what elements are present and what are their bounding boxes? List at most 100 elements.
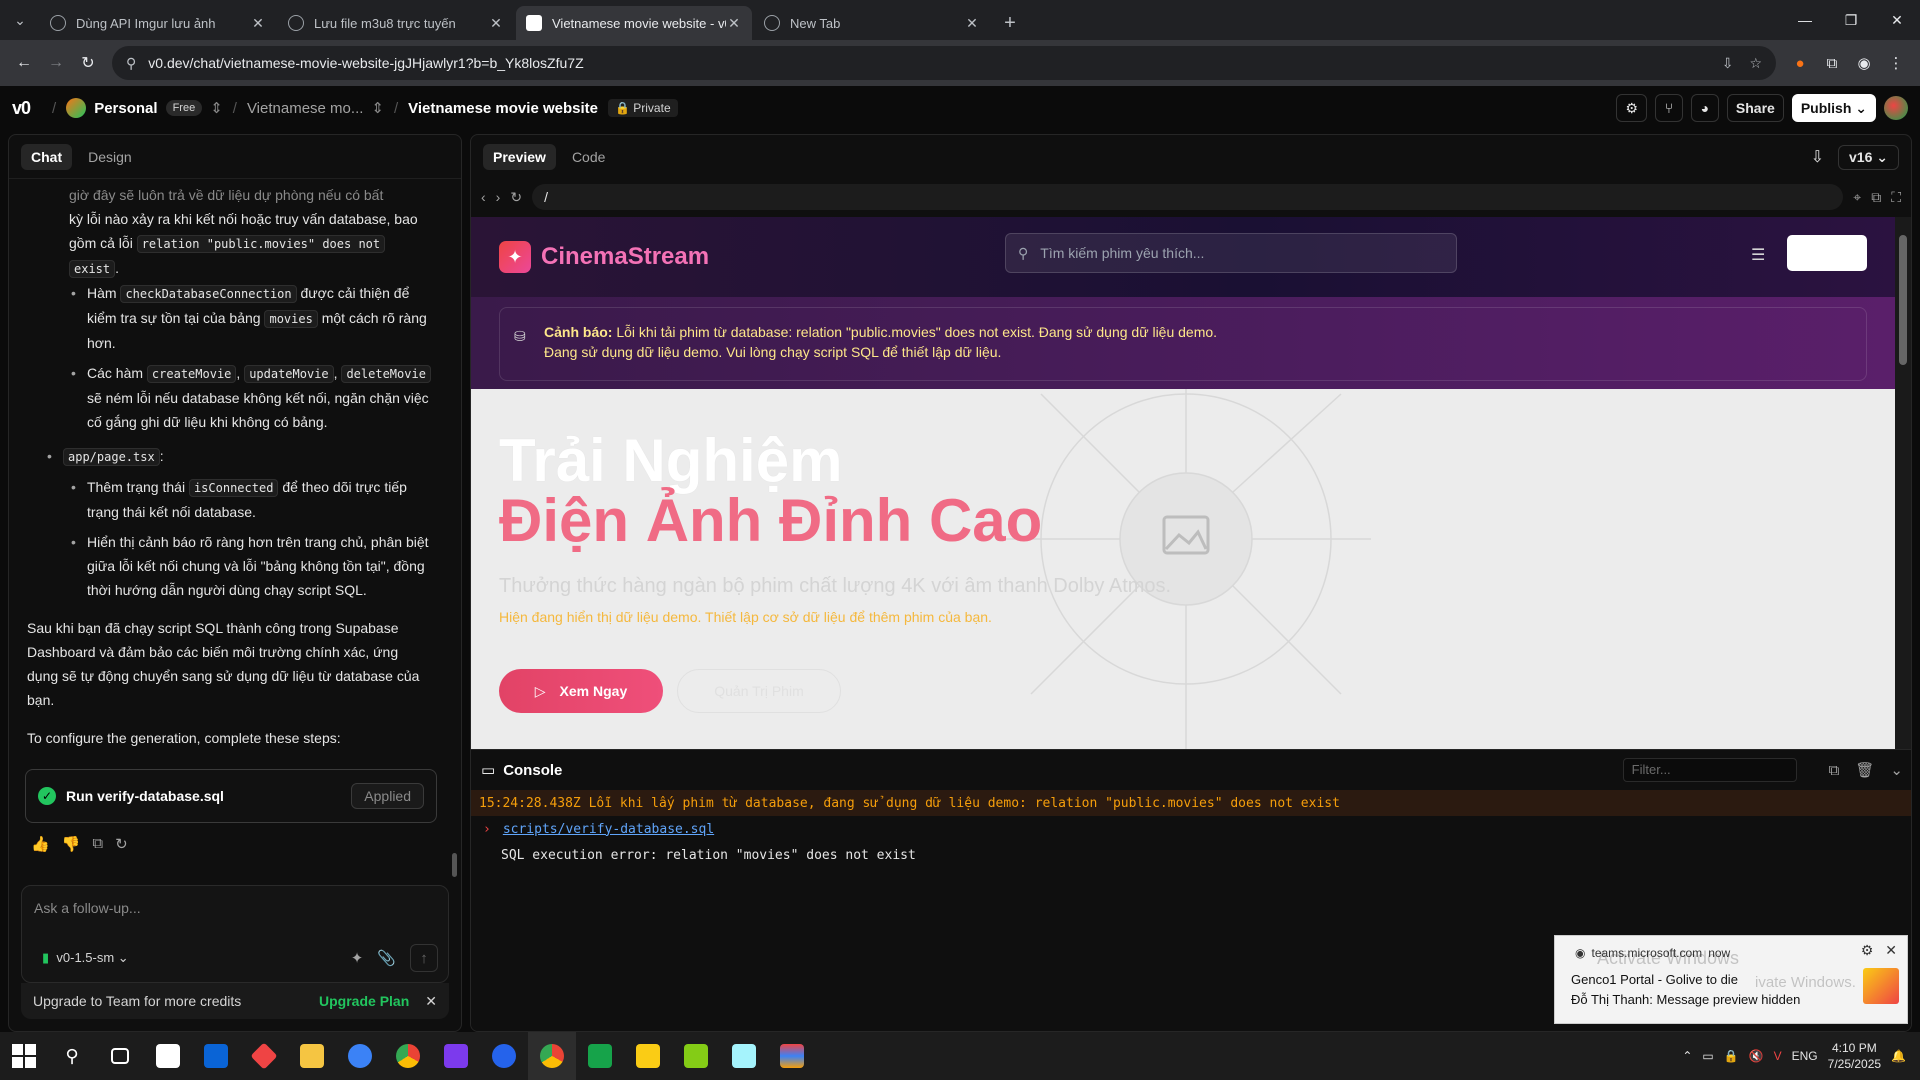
visual-studio-icon[interactable] [432, 1032, 480, 1080]
trash-icon[interactable]: 🗑 [1855, 761, 1874, 779]
task-view-icon[interactable] [96, 1032, 144, 1080]
windows-start-icon[interactable] [0, 1032, 48, 1080]
vpn-lock-icon[interactable] [624, 1032, 672, 1080]
send-button[interactable]: ↑ [410, 944, 438, 972]
fullscreen-icon[interactable]: ⛶ [1891, 189, 1901, 206]
tab-code[interactable]: Code [562, 144, 615, 170]
preview-back-icon[interactable]: ‹ [481, 189, 486, 205]
thumbs-down-icon[interactable]: 👎 [62, 835, 81, 853]
v0-logo[interactable]: v0 [12, 98, 31, 119]
preview-path-input[interactable]: / [532, 184, 1844, 210]
close-banner-icon[interactable]: ✕ [425, 993, 437, 1010]
notification-bell-icon[interactable]: 🔔 [1891, 1049, 1906, 1063]
workspace-name[interactable]: Personal [94, 100, 157, 117]
copy-icon[interactable]: ⧉ [1829, 762, 1840, 779]
upgrade-plan-link[interactable]: Upgrade Plan [319, 993, 409, 1009]
browser-tab[interactable]: Dùng API Imgur lưu ảnh ✕ [40, 6, 276, 40]
lock-icon[interactable]: 🔒 [1724, 1049, 1739, 1063]
collapse-icon[interactable]: ⌄ [1890, 761, 1903, 779]
close-window-icon[interactable]: ✕ [1874, 0, 1920, 40]
fork-icon[interactable]: ⑂ [1654, 94, 1683, 122]
attach-paperclip-icon[interactable]: 📎 [377, 949, 396, 967]
composer-input[interactable]: Ask a follow-up... [34, 900, 141, 916]
chat-composer[interactable]: Ask a follow-up... ▮ v0-1.5-sm ⌄ ✦ 📎 ↑ [21, 885, 449, 983]
install-app-icon[interactable]: ⇩ [1722, 55, 1734, 72]
tab-search-icon[interactable]: ⌄ [0, 0, 40, 40]
tab-preview[interactable]: Preview [483, 144, 556, 170]
forward-icon[interactable]: → [40, 47, 72, 79]
anydesk-icon[interactable] [240, 1032, 288, 1080]
clock[interactable]: 4:10 PM 7/25/2025 [1828, 1040, 1881, 1072]
file-explorer-icon[interactable] [288, 1032, 336, 1080]
outlook-icon[interactable] [192, 1032, 240, 1080]
close-tab-icon[interactable]: ✕ [726, 15, 742, 32]
chat-scrollbar[interactable] [451, 185, 457, 877]
notepad-icon[interactable] [672, 1032, 720, 1080]
project-name[interactable]: Vietnamese mo... [247, 100, 363, 117]
paper-icon[interactable] [720, 1032, 768, 1080]
github-icon[interactable]: ◕ [1690, 94, 1719, 122]
close-icon[interactable]: ✕ [1885, 942, 1897, 959]
notion-icon[interactable] [144, 1032, 192, 1080]
reload-icon[interactable]: ↻ [72, 47, 104, 79]
preview-scrollbar[interactable] [1895, 217, 1911, 749]
manage-movies-button[interactable]: Quản Trị Phim [677, 669, 841, 713]
snipping-tool-icon[interactable] [336, 1032, 384, 1080]
settings-gear-icon[interactable]: ⚙ [1861, 942, 1874, 959]
tab-chat[interactable]: Chat [21, 143, 73, 170]
browser-tab[interactable]: Lưu file m3u8 trực tuyến ✕ [278, 6, 514, 40]
url-bar[interactable]: ⚲ v0.dev/chat/vietnamese-movie-website-j… [112, 46, 1776, 80]
site-auth-button[interactable] [1787, 235, 1867, 271]
language-indicator[interactable]: ENG [1792, 1049, 1818, 1063]
profile-avatar[interactable]: ◉ [1848, 47, 1880, 79]
console-filter-input[interactable]: Filter... [1622, 758, 1797, 782]
thumbs-up-icon[interactable]: 👍 [31, 835, 50, 853]
list-menu-icon[interactable]: ☰ [1751, 245, 1765, 265]
close-tab-icon[interactable]: ✕ [964, 15, 980, 32]
site-search-input[interactable]: ⚲ Tìm kiếm phim yêu thích... [1005, 233, 1457, 273]
winrar-icon[interactable] [768, 1032, 816, 1080]
site-info-icon[interactable]: ⚲ [126, 55, 136, 72]
bookmark-star-icon[interactable]: ☆ [1749, 55, 1762, 72]
copy-icon[interactable]: ⧉ [92, 835, 103, 853]
minimize-icon[interactable]: — [1782, 0, 1828, 40]
select-element-icon[interactable]: ⌖ [1853, 189, 1861, 206]
volume-mute-icon[interactable]: 🔇 [1749, 1049, 1764, 1063]
extension-icon[interactable]: ● [1784, 47, 1816, 79]
preview-forward-icon[interactable]: › [496, 189, 501, 205]
chrome-icon[interactable] [384, 1032, 432, 1080]
share-button[interactable]: Share [1726, 94, 1784, 122]
browser-menu-icon[interactable]: ⋮ [1880, 47, 1912, 79]
close-tab-icon[interactable]: ✕ [488, 15, 504, 32]
project-switch-icon[interactable]: ⇕ [371, 99, 384, 117]
search-icon[interactable]: ⚲ [48, 1032, 96, 1080]
back-icon[interactable]: ← [8, 47, 40, 79]
applied-button[interactable]: Applied [351, 783, 424, 809]
scroll-thumb[interactable] [452, 853, 457, 877]
network-icon[interactable]: ▭ [1702, 1049, 1713, 1063]
excel-icon[interactable] [576, 1032, 624, 1080]
workspace-switch-icon[interactable]: ⇕ [210, 99, 223, 117]
settings-gear-icon[interactable]: ⚙ [1616, 94, 1647, 122]
sparkle-icon[interactable]: ✦ [351, 949, 364, 967]
chat-title[interactable]: Vietnamese movie website [408, 100, 598, 117]
tab-design[interactable]: Design [78, 144, 142, 170]
new-tab-button[interactable]: + [992, 6, 1028, 40]
scroll-thumb[interactable] [1899, 235, 1907, 365]
publish-button[interactable]: Publish ⌄ [1791, 94, 1876, 122]
download-icon[interactable]: ⇩ [1811, 147, 1824, 167]
chrome-active-icon[interactable] [528, 1032, 576, 1080]
visibility-badge[interactable]: 🔒 Private [607, 99, 678, 117]
model-selector[interactable]: ▮ v0-1.5-sm ⌄ [42, 950, 129, 966]
open-new-window-icon[interactable]: ⧉ [1871, 189, 1881, 206]
vivaldi-icon[interactable]: V [1774, 1049, 1782, 1063]
zalo-icon[interactable] [480, 1032, 528, 1080]
watch-now-button[interactable]: ▷ Xem Ngay [499, 669, 663, 713]
teams-notification[interactable]: Activate Windows ivate Windows. ◉ teams.… [1554, 935, 1908, 1024]
retry-icon[interactable]: ↻ [115, 835, 128, 853]
browser-tab-active[interactable]: Vietnamese movie website - v0 ✕ [516, 6, 752, 40]
user-avatar[interactable] [1884, 96, 1908, 120]
version-selector[interactable]: v16 ⌄ [1838, 144, 1899, 170]
close-tab-icon[interactable]: ✕ [250, 15, 266, 32]
extensions-puzzle-icon[interactable]: ⧉ [1816, 47, 1848, 79]
